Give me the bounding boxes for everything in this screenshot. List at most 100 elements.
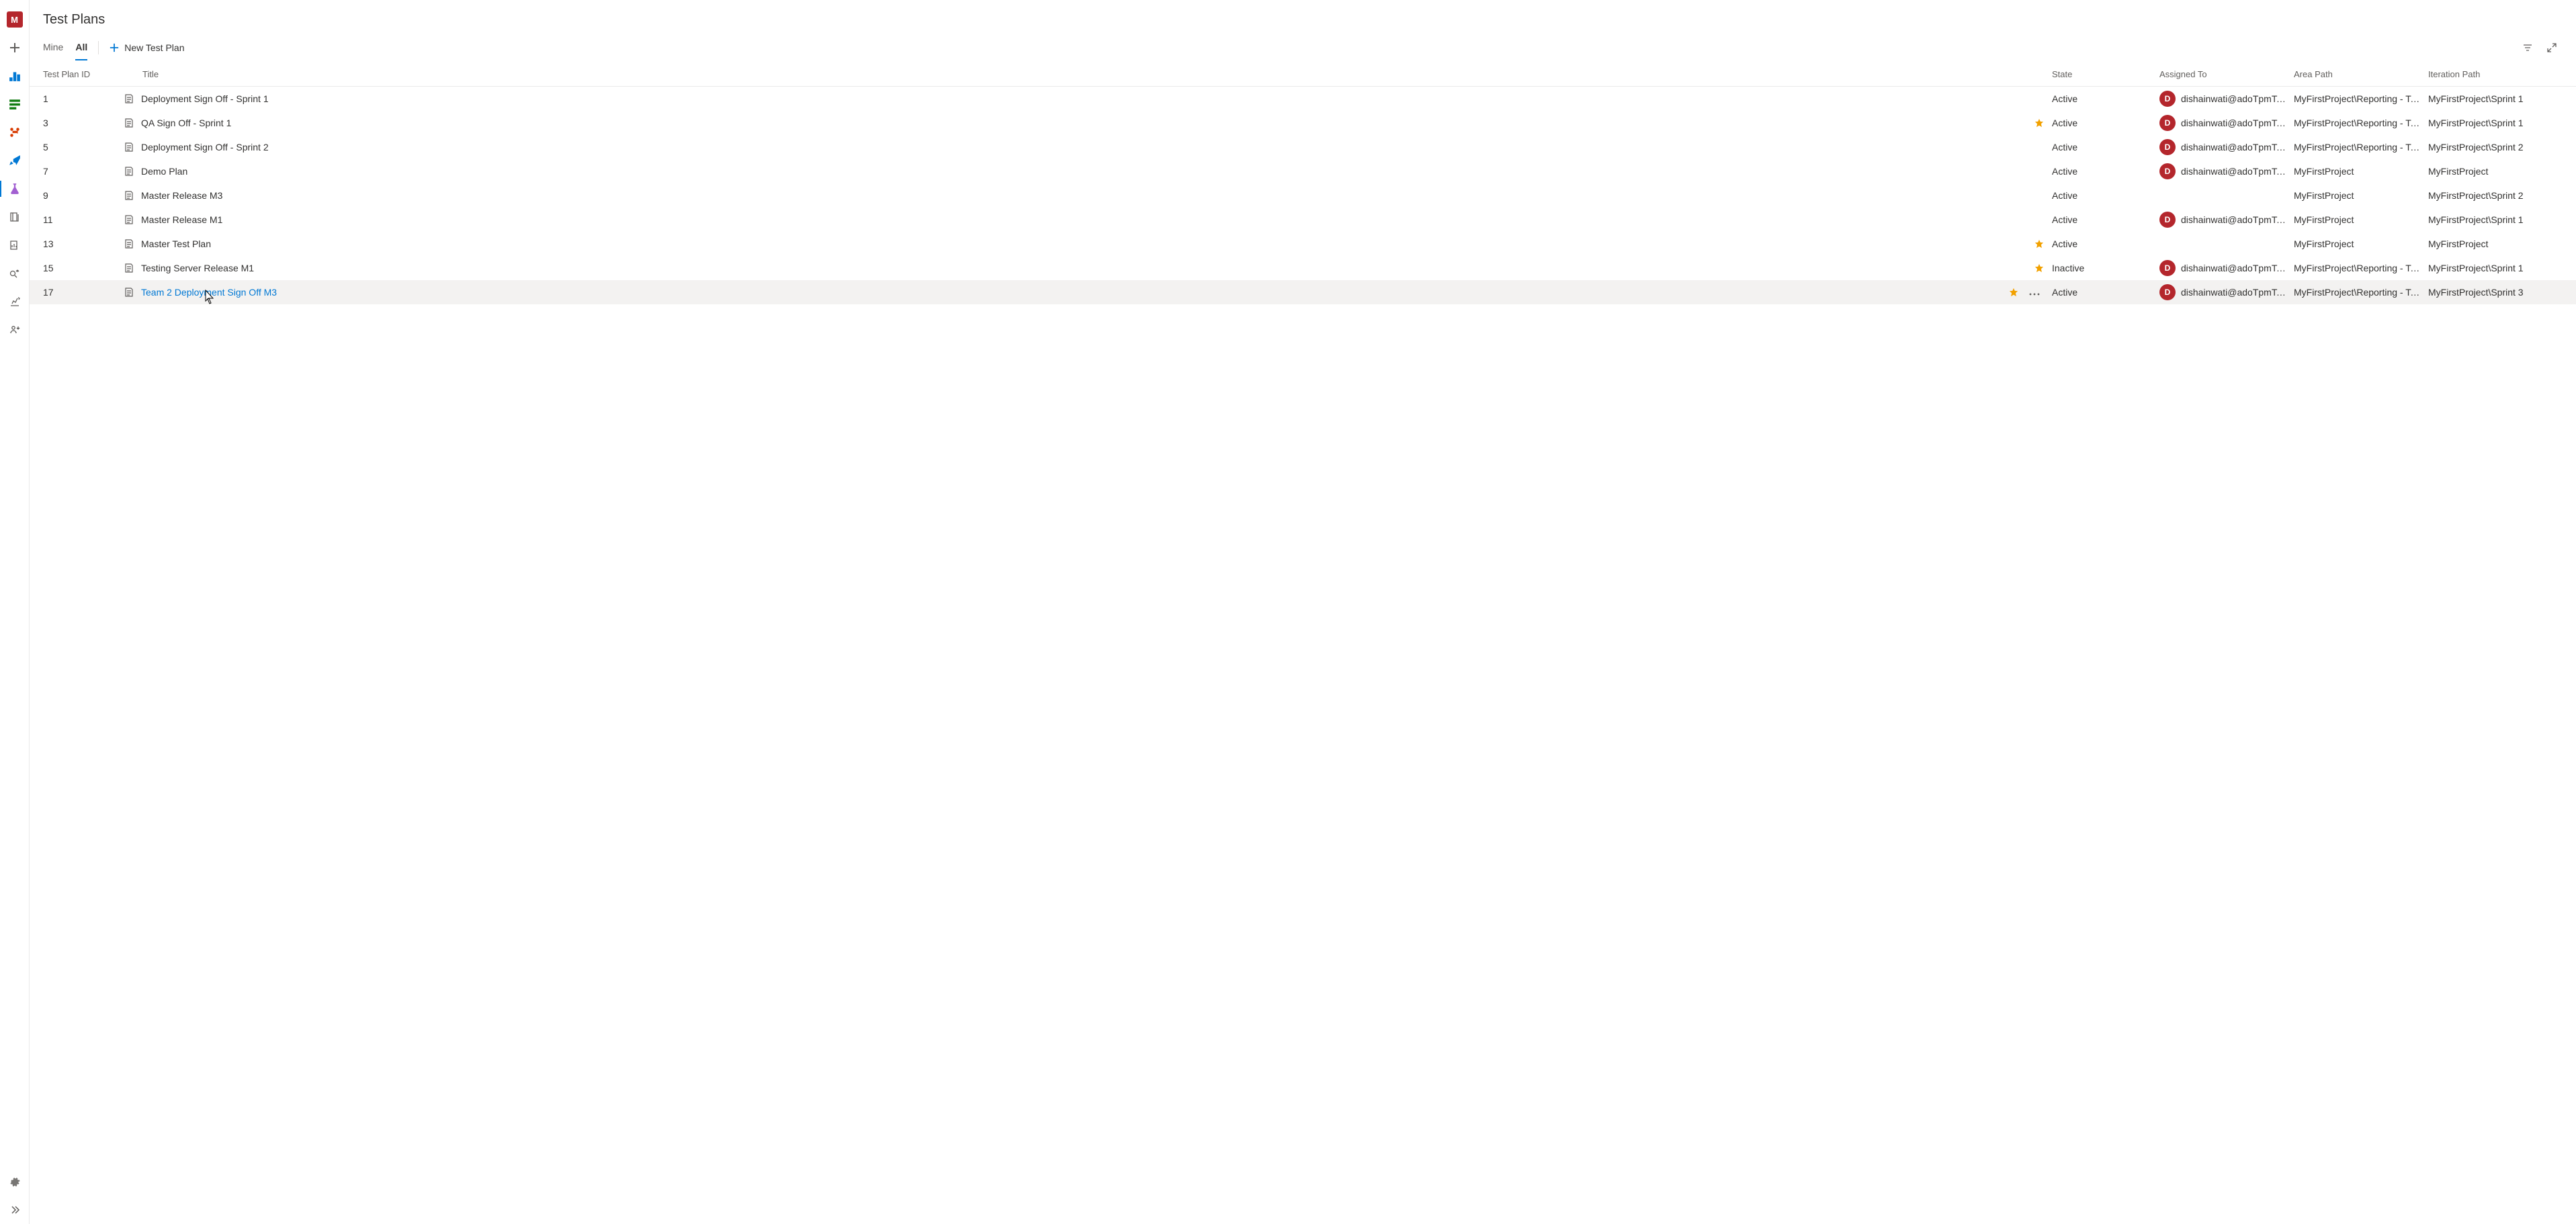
col-area[interactable]: Area Path [2294, 69, 2428, 79]
cell-title[interactable]: Testing Server Release M1 [124, 263, 2052, 273]
title-text[interactable]: Deployment Sign Off - Sprint 1 [141, 93, 269, 104]
cell-title[interactable]: QA Sign Off - Sprint 1 [124, 118, 2052, 128]
sidebar-settings[interactable] [4, 1171, 26, 1192]
sidebar-new[interactable] [4, 37, 26, 58]
cell-area: MyFirstProject\Reporting - Team [2294, 93, 2428, 104]
cell-area: MyFirstProject [2294, 214, 2428, 225]
testplan-icon [124, 190, 134, 201]
runs-icon [9, 268, 20, 279]
title-text[interactable]: Testing Server Release M1 [141, 263, 254, 273]
cell-title[interactable]: Team 2 Deployment Sign Off M3 [124, 287, 2052, 298]
sidebar-testplans[interactable] [4, 178, 26, 200]
tab-all[interactable]: All [75, 35, 87, 60]
cell-title[interactable]: Deployment Sign Off - Sprint 1 [124, 93, 2052, 104]
star-icon[interactable] [2034, 239, 2044, 249]
sidebar-overview[interactable] [4, 65, 26, 87]
cell-state: Active [2052, 166, 2159, 177]
cell-area: MyFirstProject [2294, 238, 2428, 249]
title-text[interactable]: Deployment Sign Off - Sprint 2 [141, 142, 269, 152]
cell-title[interactable]: Master Release M3 [124, 190, 2052, 201]
assignee-name: dishainwati@adoTpmTenan [2181, 166, 2286, 177]
cell-assigned: Ddishainwati@adoTpmTenan [2159, 260, 2294, 276]
table-row[interactable]: 13Master Test PlanActiveMyFirstProjectMy… [30, 232, 2576, 256]
table-row[interactable]: 17Team 2 Deployment Sign Off M3ActiveDdi… [30, 280, 2576, 304]
star-icon[interactable] [2034, 263, 2044, 273]
cell-title[interactable]: Master Release M1 [124, 214, 2052, 225]
title-text[interactable]: Team 2 Deployment Sign Off M3 [141, 287, 277, 298]
table-row[interactable]: 7 Demo Plan ActiveDdishainwati@adoTpmTenan… [30, 159, 2576, 183]
filter-icon [2522, 42, 2533, 53]
table-row[interactable]: 3QA Sign Off - Sprint 1ActiveDdishainwat… [30, 111, 2576, 135]
cell-iteration: MyFirstProject\Sprint 3 [2428, 287, 2563, 298]
table-row[interactable]: 1 Deployment Sign Off - Sprint 1 ActiveDdi… [30, 87, 2576, 111]
project-switcher[interactable]: M [4, 9, 26, 30]
table-row[interactable]: 11Master Release M1ActiveDdishainwati@ad… [30, 208, 2576, 232]
cell-assigned: Ddishainwati@adoTpmTenan [2159, 284, 2294, 300]
sidebar-people[interactable] [4, 319, 26, 341]
new-test-plan-button[interactable]: New Test Plan [110, 42, 184, 53]
cell-id: 1 [43, 93, 124, 104]
fullscreen-button[interactable] [2541, 37, 2563, 58]
toolbar: Mine All New Test Plan [30, 33, 2576, 62]
table-row[interactable]: 5Deployment Sign Off - Sprint 2ActiveDdi… [30, 135, 2576, 159]
cell-title[interactable]: Demo Plan [124, 166, 2052, 177]
cell-id: 3 [43, 118, 124, 128]
expand-icon [9, 1205, 20, 1215]
cell-title[interactable]: Deployment Sign Off - Sprint 2 [124, 142, 2052, 152]
sidebar-expand[interactable] [4, 1199, 26, 1221]
sidebar-pipelines[interactable] [4, 150, 26, 171]
sidebar-repos[interactable] [4, 122, 26, 143]
people-icon [9, 324, 20, 335]
col-iteration[interactable]: Iteration Path [2428, 69, 2563, 79]
cell-assigned: Ddishainwati@adoTpmTenan [2159, 163, 2294, 179]
col-title[interactable]: Title [124, 69, 2052, 79]
title-text[interactable]: Demo Plan [141, 166, 187, 177]
star-icon[interactable] [2034, 118, 2044, 128]
sidebar-runs[interactable] [4, 263, 26, 284]
star-icon[interactable] [2009, 288, 2018, 297]
cell-iteration: MyFirstProject\Sprint 1 [2428, 214, 2563, 225]
cell-state: Active [2052, 93, 2159, 104]
ellipsis-icon [2029, 293, 2040, 296]
title-text[interactable]: Master Release M1 [141, 214, 222, 225]
cell-iteration: MyFirstProject\Sprint 1 [2428, 118, 2563, 128]
sidebar-progress[interactable] [4, 234, 26, 256]
sidebar-load[interactable] [4, 291, 26, 312]
plus-icon [110, 43, 119, 52]
cell-id: 5 [43, 142, 124, 152]
assignee-name: dishainwati@adoTpmTenan [2181, 214, 2286, 225]
col-state[interactable]: State [2052, 69, 2159, 79]
cell-title[interactable]: Master Test Plan [124, 238, 2052, 249]
testplan-icon [124, 238, 134, 249]
assignee-name: dishainwati@adoTpmTenan [2181, 142, 2286, 152]
col-assigned[interactable]: Assigned To [2159, 69, 2294, 79]
title-text[interactable]: Master Release M3 [141, 190, 222, 201]
dashboard-icon [9, 70, 21, 82]
assignee-name: dishainwati@adoTpmTenan [2181, 263, 2286, 273]
gear-icon [9, 1176, 20, 1187]
testplan-icon [124, 93, 134, 104]
title-text[interactable]: Master Test Plan [141, 238, 211, 249]
title-text[interactable]: QA Sign Off - Sprint 1 [141, 118, 231, 128]
more-actions[interactable] [2025, 287, 2044, 298]
progress-icon [9, 240, 20, 251]
table-row[interactable]: 15Testing Server Release M1InactiveDdish… [30, 256, 2576, 280]
avatar: D [2159, 212, 2176, 228]
cell-assigned: Ddishainwati@adoTpmTenan [2159, 91, 2294, 107]
filter-button[interactable] [2517, 37, 2538, 58]
cell-iteration: MyFirstProject\Sprint 2 [2428, 142, 2563, 152]
cell-state: Active [2052, 190, 2159, 201]
sidebar-boards[interactable] [4, 93, 26, 115]
assignee-name: dishainwati@adoTpmTenan [2181, 118, 2286, 128]
new-test-plan-label: New Test Plan [124, 42, 184, 53]
fullscreen-icon [2546, 42, 2557, 53]
tab-mine[interactable]: Mine [43, 35, 63, 60]
col-id[interactable]: Test Plan ID [43, 69, 124, 79]
sidebar-artifacts[interactable] [4, 206, 26, 228]
repos-icon [9, 126, 21, 138]
avatar: D [2159, 91, 2176, 107]
cell-id: 7 [43, 166, 124, 177]
assignee-name: dishainwati@adoTpmTenan [2181, 93, 2286, 104]
table-row[interactable]: 9Master Release M3ActiveMyFirstProjectMy… [30, 183, 2576, 208]
cell-state: Active [2052, 118, 2159, 128]
